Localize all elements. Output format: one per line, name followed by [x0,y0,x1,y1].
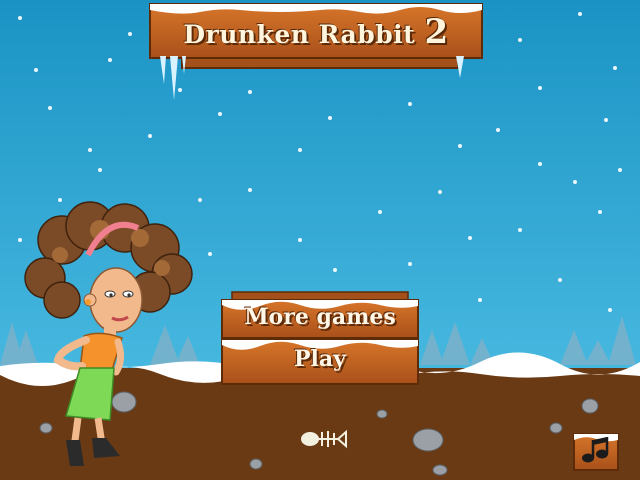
play-label: Play [294,346,346,372]
music-toggle-button[interactable] [572,430,618,470]
music-note-icon [582,437,609,463]
game-title-number: 2 [424,12,449,52]
more-games-button[interactable]: More games [222,300,418,340]
game-title-text: Drunken Rabbit [183,20,416,49]
play-button[interactable]: Play [222,340,418,384]
game-scene [0,0,640,480]
more-games-label: More games [244,304,396,330]
game-title: Drunken Rabbit 2 [150,12,482,52]
game-title-sign: Drunken Rabbit 2 [150,0,482,62]
